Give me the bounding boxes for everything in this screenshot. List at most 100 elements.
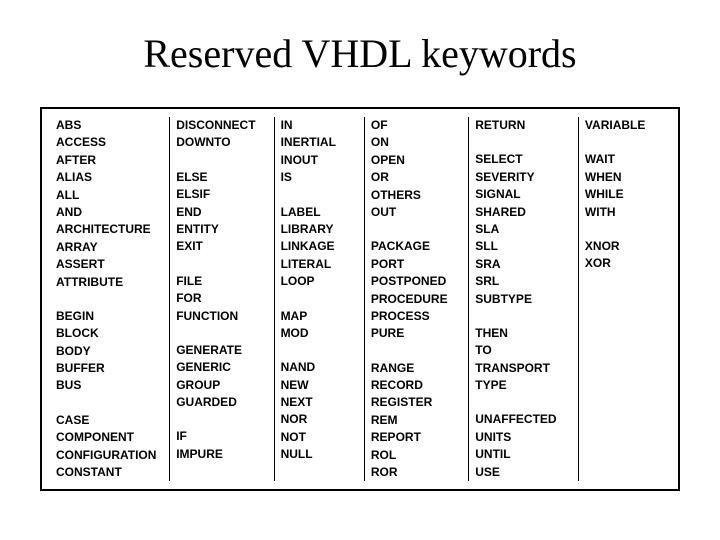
keyword: GROUP — [176, 377, 267, 394]
keyword: MOD — [281, 325, 358, 342]
keyword: INOUT — [281, 152, 358, 169]
keyword: OF — [371, 117, 462, 134]
keyword-group: ABSACCESSAFTERALIASALLANDARCHITECTUREARR… — [56, 117, 163, 291]
keyword: XOR — [585, 255, 664, 272]
keyword: SLL — [475, 238, 572, 255]
keyword: FOR — [176, 290, 267, 307]
keyword: RANGE — [371, 360, 462, 377]
keyword: REM — [371, 412, 462, 429]
keyword: GENERATE — [176, 342, 267, 359]
keyword-group: UNAFFECTEDUNITSUNTILUSE — [475, 411, 572, 481]
keyword-group: NANDNEWNEXTNORNOTNULL — [281, 359, 358, 463]
keyword-column: RETURN SELECTSEVERITYSIGNALSHAREDSLASLLSR… — [468, 117, 578, 481]
keyword: LIBRARY — [281, 221, 358, 238]
keyword-table: ABSACCESSAFTERALIASALLANDARCHITECTUREARR… — [40, 107, 680, 491]
keyword: IN — [281, 117, 358, 134]
keyword: RETURN — [475, 117, 572, 134]
keyword: WITH — [585, 204, 664, 221]
keyword: WHILE — [585, 186, 664, 203]
keyword: GUARDED — [176, 394, 267, 411]
keyword: END — [176, 204, 267, 221]
keyword: DISCONNECT — [176, 117, 267, 134]
keyword: NULL — [281, 446, 358, 463]
keyword: BUS — [56, 377, 163, 394]
keyword: PURE — [371, 325, 462, 342]
keyword-group: LABELLIBRARYLINKAGELITERALLOOP — [281, 204, 358, 291]
keyword: ATTRIBUTE — [56, 274, 163, 291]
keyword: ELSIF — [176, 186, 267, 203]
slide: Reserved VHDL keywords ABSACCESSAFTERALI… — [0, 0, 720, 540]
keyword: INERTIAL — [281, 134, 358, 151]
keyword: SHARED — [475, 204, 572, 221]
keyword: CONSTANT — [56, 464, 163, 481]
keyword: SEVERITY — [475, 169, 572, 186]
keyword-column: DISCONNECTDOWNTO ELSEELSIFENDENTITYEXIT FI… — [169, 117, 273, 481]
keyword: ON — [371, 134, 462, 151]
keyword: GENERIC — [176, 359, 267, 376]
keyword-group: RETURN — [475, 117, 572, 134]
keyword: ROR — [371, 464, 462, 481]
keyword: NEXT — [281, 394, 358, 411]
keyword: BUFFER — [56, 360, 163, 377]
keyword-group: BEGINBLOCKBODYBUFFERBUS — [56, 308, 163, 395]
keyword: ALIAS — [56, 169, 163, 186]
keyword: PORT — [371, 256, 462, 273]
keyword: RECORD — [371, 377, 462, 394]
keyword: LOOP — [281, 273, 358, 290]
keyword: LITERAL — [281, 256, 358, 273]
keyword: EXIT — [176, 238, 267, 255]
keyword: FUNCTION — [176, 308, 267, 325]
keyword: COMPONENT — [56, 429, 163, 446]
keyword-column: ABSACCESSAFTERALIASALLANDARCHITECTUREARR… — [50, 117, 169, 481]
keyword: VARIABLE — [585, 117, 664, 134]
keyword: CASE — [56, 412, 163, 429]
keyword-group: ELSEELSIFENDENTITYEXIT — [176, 169, 267, 256]
keyword: OUT — [371, 204, 462, 221]
keyword: BEGIN — [56, 308, 163, 325]
keyword: NOT — [281, 429, 358, 446]
keyword: IMPURE — [176, 446, 267, 463]
keyword: ARCHITECTURE — [56, 221, 163, 238]
keyword-group: XNORXOR — [585, 238, 664, 273]
keyword: UNITS — [475, 429, 572, 446]
keyword-column: OFONOPENOROTHERSOUTPACKAGEPORTPOSTPONEDP… — [364, 117, 468, 481]
keyword: OR — [371, 169, 462, 186]
keyword: USE — [475, 464, 572, 481]
keyword: SUBTYPE — [475, 291, 572, 308]
keyword: LINKAGE — [281, 238, 358, 255]
keyword-group: VARIABLE — [585, 117, 664, 134]
keyword: NAND — [281, 359, 358, 376]
keyword: AND — [56, 204, 163, 221]
keyword: UNAFFECTED — [475, 411, 572, 428]
keyword-group: RANGERECORDREGISTERREMREPORTROLROR — [371, 360, 462, 482]
page-title: Reserved VHDL keywords — [40, 30, 680, 77]
keyword: XNOR — [585, 238, 664, 255]
keyword-column: ININERTIALINOUTISLABELLIBRARYLINKAGELITE… — [274, 117, 364, 481]
keyword: ACCESS — [56, 134, 163, 151]
keyword: TRANSPORT — [475, 360, 572, 377]
keyword-group: WAITWHENWHILEWITH — [585, 151, 664, 221]
keyword: PROCESS — [371, 308, 462, 325]
keyword-group: PACKAGEPORTPOSTPONEDPROCEDUREPROCESSPURE — [371, 238, 462, 342]
keyword: ELSE — [176, 169, 267, 186]
keyword: WAIT — [585, 151, 664, 168]
keyword: UNTIL — [475, 446, 572, 463]
keyword: NOR — [281, 411, 358, 428]
keyword-group: THENTOTRANSPORTTYPE — [475, 325, 572, 395]
keyword: SELECT — [475, 151, 572, 168]
keyword: LABEL — [281, 204, 358, 221]
keyword: SIGNAL — [475, 186, 572, 203]
keyword: SRL — [475, 273, 572, 290]
keyword: MAP — [281, 308, 358, 325]
keyword: DOWNTO — [176, 134, 267, 151]
keyword: FILE — [176, 273, 267, 290]
keyword: POSTPONED — [371, 273, 462, 290]
keyword: CONFIGURATION — [56, 447, 163, 464]
keyword: TO — [475, 342, 572, 359]
keyword: OTHERS — [371, 187, 462, 204]
keyword: ALL — [56, 187, 163, 204]
keyword: IF — [176, 428, 267, 445]
keyword: ARRAY — [56, 239, 163, 256]
keyword-group: SELECTSEVERITYSIGNALSHAREDSLASLLSRASRLSU… — [475, 151, 572, 308]
keyword-group: IFIMPURE — [176, 428, 267, 463]
